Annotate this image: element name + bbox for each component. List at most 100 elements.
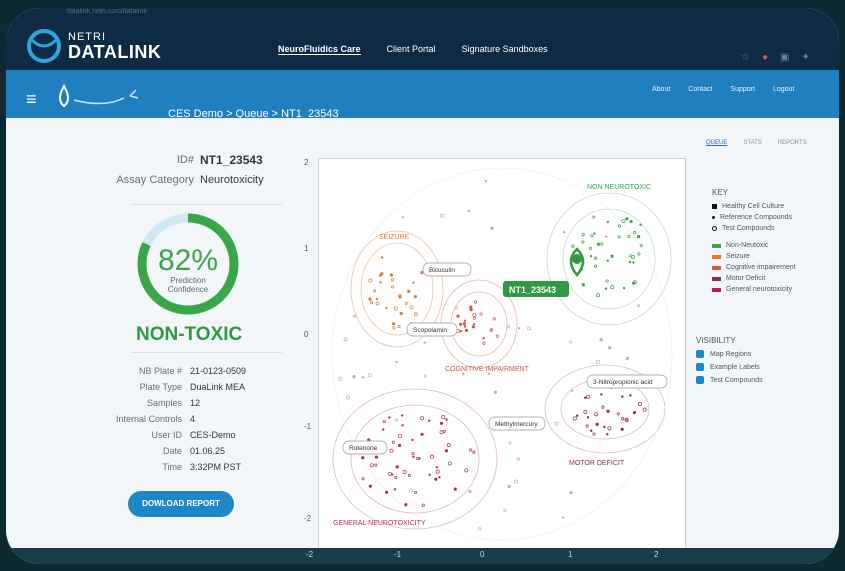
- detail-label: Plate Type: [139, 382, 182, 392]
- scatter-point: [369, 463, 374, 468]
- scatter-point: [606, 409, 610, 413]
- scatter-point: [610, 254, 614, 258]
- region-labels: SEIZURE NON NEUROTOXIC COGNITIVE IMPAIRM…: [333, 184, 651, 527]
- x-tick-label: 0: [480, 550, 485, 559]
- toggle-map-regions[interactable]: Map Regions: [696, 350, 816, 358]
- scatter-point: [590, 234, 594, 238]
- browser-url[interactable]: datalink.netri.com/datalink: [66, 8, 147, 15]
- scatter-point: [584, 396, 587, 399]
- nav-client-portal[interactable]: Client Portal: [387, 44, 436, 55]
- scatter-point: [472, 316, 476, 320]
- tab-stats[interactable]: STATS: [743, 140, 761, 146]
- scatter-point: [606, 259, 609, 262]
- scatter-point: [346, 395, 351, 400]
- scatter-point: [569, 340, 573, 344]
- scatter-point: [610, 285, 615, 290]
- scatter-point: [608, 346, 612, 350]
- scatter-point: [586, 394, 591, 399]
- detail-value: DuaLink MEA: [190, 382, 246, 392]
- scatter-point: [343, 337, 348, 342]
- scatter-point: [454, 306, 459, 310]
- scatter-point: [473, 300, 477, 304]
- hamburger-menu-icon[interactable]: ≡: [26, 90, 37, 108]
- tab-reports[interactable]: REPORTS: [778, 140, 807, 146]
- extension-icon[interactable]: ▣: [780, 52, 789, 63]
- scatter-point: [596, 242, 601, 246]
- scatter-point: [508, 441, 512, 445]
- scatter-point: [593, 232, 596, 235]
- key-category-label: Seizure: [726, 253, 750, 260]
- tab-queue[interactable]: QUEUE: [706, 140, 727, 146]
- scatter-point: [490, 328, 493, 331]
- toggle-icon[interactable]: [696, 350, 704, 358]
- scatter-point: [393, 306, 398, 311]
- y-tick-label: 1: [304, 244, 309, 253]
- detail-label: NB Plate #: [138, 366, 182, 376]
- scatter-point: [478, 527, 482, 531]
- scatter-point: [444, 449, 448, 453]
- prediction-result: NON-TOXIC: [136, 324, 243, 345]
- pinterest-icon[interactable]: ●: [762, 52, 768, 63]
- scatter-point: [379, 281, 382, 284]
- browser-toolbar: ☆ ● ▣ ✦: [741, 52, 810, 63]
- main-nav: NeuroFluidics Care Client Portal Signatu…: [278, 44, 548, 55]
- scatter-point: [467, 209, 470, 212]
- toggle-icon[interactable]: [696, 376, 704, 384]
- scatter-point: [439, 421, 444, 425]
- key-marker-reference: Reference Compounds: [712, 214, 832, 221]
- toggle-example-labels[interactable]: Example Labels: [696, 363, 816, 371]
- scatter-point: [590, 429, 593, 432]
- puzzle-icon[interactable]: ✦: [801, 52, 809, 63]
- detail-label: Date: [162, 446, 182, 456]
- toggle-icon[interactable]: [696, 363, 704, 371]
- y-tick-label: 2: [304, 158, 309, 167]
- id-label: ID#: [176, 154, 194, 166]
- scatter-point: [625, 217, 629, 221]
- scatter-point: [570, 389, 574, 392]
- scatter-point: [487, 372, 491, 376]
- download-report-button[interactable]: DOWLOAD REPORT: [128, 491, 234, 517]
- x-tick-label: -1: [394, 550, 402, 559]
- key-title: KEY: [712, 188, 729, 197]
- scatter-point: [592, 215, 596, 219]
- scatter-point: [421, 503, 425, 507]
- scatter-point: [402, 470, 407, 475]
- scatter-point: [622, 286, 626, 290]
- nav-neurofluidics-care[interactable]: NeuroFluidics Care: [278, 44, 361, 55]
- scatter-point: [516, 457, 520, 461]
- scatter-point: [606, 220, 610, 224]
- nav-logout[interactable]: Logout: [773, 86, 794, 93]
- example-label-methylmercury: Methylmercury: [495, 421, 538, 428]
- scatter-point: [592, 432, 596, 436]
- scatter-point: [621, 218, 626, 223]
- scatter-point: [581, 240, 585, 244]
- key-category-item: General neurotoxicity: [712, 286, 832, 293]
- nav-about[interactable]: About: [652, 86, 670, 93]
- star-icon[interactable]: ☆: [741, 52, 750, 63]
- region-label-non-neurotoxic: NON NEUROTOXIC: [587, 184, 651, 191]
- neuron-logo-icon: [59, 84, 139, 108]
- scatter-point: [434, 477, 438, 481]
- scatter-point: [404, 503, 408, 507]
- scatter-point: [389, 448, 394, 453]
- key-swatch: [712, 287, 721, 292]
- screen-bezel-bottom: [6, 548, 839, 564]
- scatter-point: [605, 235, 608, 238]
- app-screen: datalink.netri.com/datalink NETRI DATALI…: [6, 8, 839, 564]
- scatter-point: [589, 255, 593, 258]
- breadcrumb[interactable]: CES Demo > Queue > NT1_23543: [168, 108, 339, 120]
- nav-support[interactable]: Support: [730, 86, 755, 93]
- detail-label: Internal Controls: [115, 414, 182, 424]
- toggle-test-compounds[interactable]: Test Compounds: [696, 376, 816, 384]
- scatter-point: [595, 422, 599, 426]
- nav-contact[interactable]: Contact: [688, 86, 712, 93]
- app-logo-text: NETRI DATALINK: [68, 31, 162, 62]
- scatter-point: [620, 417, 624, 421]
- nav-signature-sandboxes[interactable]: Signature Sandboxes: [462, 44, 548, 55]
- scatter-point: [440, 213, 445, 218]
- scatter-point: [479, 312, 483, 316]
- detail-label: User ID: [151, 430, 182, 440]
- test-compound-marker[interactable]: NT1_23543: [503, 247, 585, 297]
- scatter-point: [398, 433, 402, 438]
- key-category-item: Seizure: [712, 253, 832, 260]
